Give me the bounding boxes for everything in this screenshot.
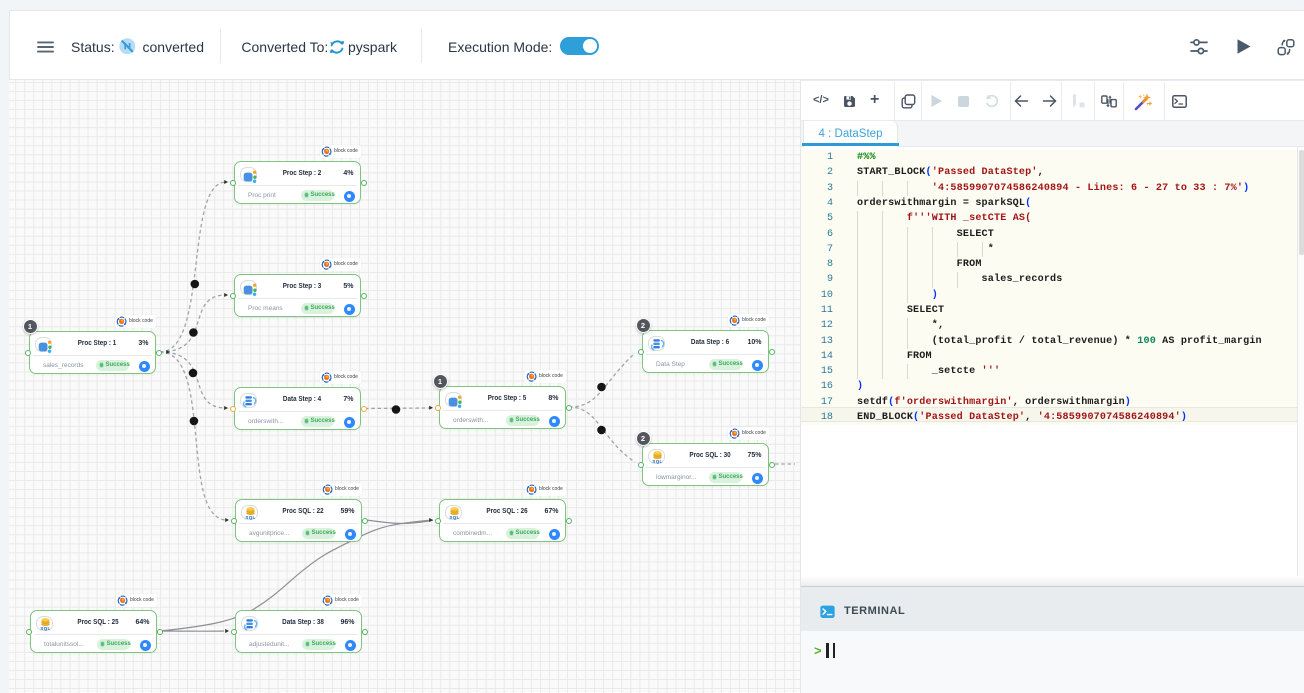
svg-text:SQL: SQL [245,515,255,520]
svg-text:SQL: SQL [652,459,662,464]
svg-text:SQL: SQL [449,515,459,520]
svg-text:SQL: SQL [40,626,50,631]
